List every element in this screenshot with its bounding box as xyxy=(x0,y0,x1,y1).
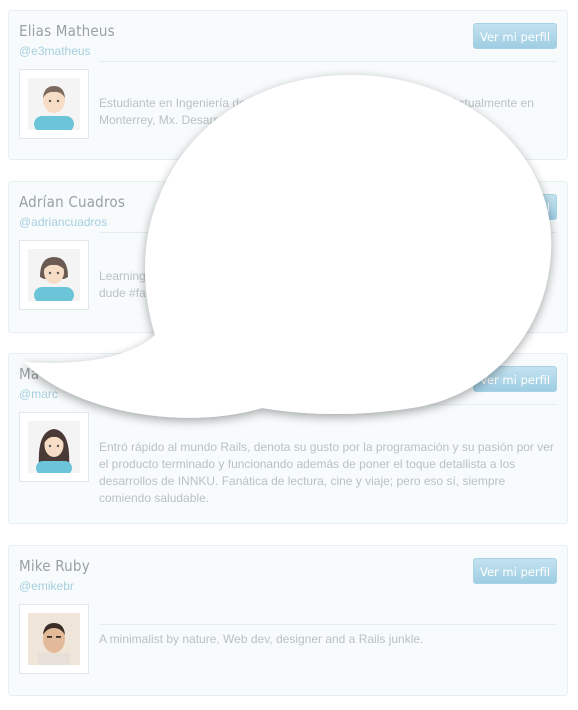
avatar xyxy=(19,240,89,310)
avatar xyxy=(19,412,89,482)
profile-bio: Entró rápido al mundo Rails, denota su g… xyxy=(99,440,554,505)
divider xyxy=(99,404,557,405)
profile-card: Elias Matheus @e3matheus Ver mi perfil E… xyxy=(8,10,568,160)
profile-name: Ma Sánch xyxy=(19,365,127,383)
divider xyxy=(99,61,557,62)
view-profile-button[interactable]: Ver mi perfil xyxy=(473,366,557,392)
profile-card: Mike Ruby @emikebr Ver mi perfil A minim… xyxy=(8,545,568,696)
avatar-illustration-icon xyxy=(28,421,80,473)
profile-handle[interactable]: @marc xyxy=(19,387,58,401)
view-profile-button[interactable]: Ver mi perfil xyxy=(473,23,557,49)
profile-bio: Learning dude #fa xyxy=(99,269,146,300)
profile-bio: Estudiante en Ingeniería de C Actualment… xyxy=(99,96,538,127)
profile-handle[interactable]: @emikebr xyxy=(19,579,74,593)
view-profile-button[interactable]: Ver mi perfil xyxy=(473,194,557,220)
profile-name: Adrían Cuadros xyxy=(19,193,126,211)
view-profile-button[interactable]: Ver mi perfil xyxy=(473,558,557,584)
divider xyxy=(99,232,557,233)
profile-bio: A minimalist by nature, Web dev, designe… xyxy=(99,632,424,646)
avatar-illustration-icon xyxy=(28,78,80,130)
profile-card: Ma Sánch @marc Ver mi perfil Entró rápid… xyxy=(8,353,568,524)
divider xyxy=(99,624,557,625)
avatar xyxy=(19,604,89,674)
profile-name: Elias Matheus xyxy=(19,22,115,40)
avatar xyxy=(19,69,89,139)
profile-name: Mike Ruby xyxy=(19,557,90,575)
avatar-illustration-icon xyxy=(28,249,80,301)
profile-handle[interactable]: @adriancuadros xyxy=(19,215,107,229)
profile-card: Adrían Cuadros @adriancuadros Ver mi per… xyxy=(8,181,568,333)
avatar-photo-icon xyxy=(28,613,80,665)
profile-handle[interactable]: @e3matheus xyxy=(19,44,91,58)
